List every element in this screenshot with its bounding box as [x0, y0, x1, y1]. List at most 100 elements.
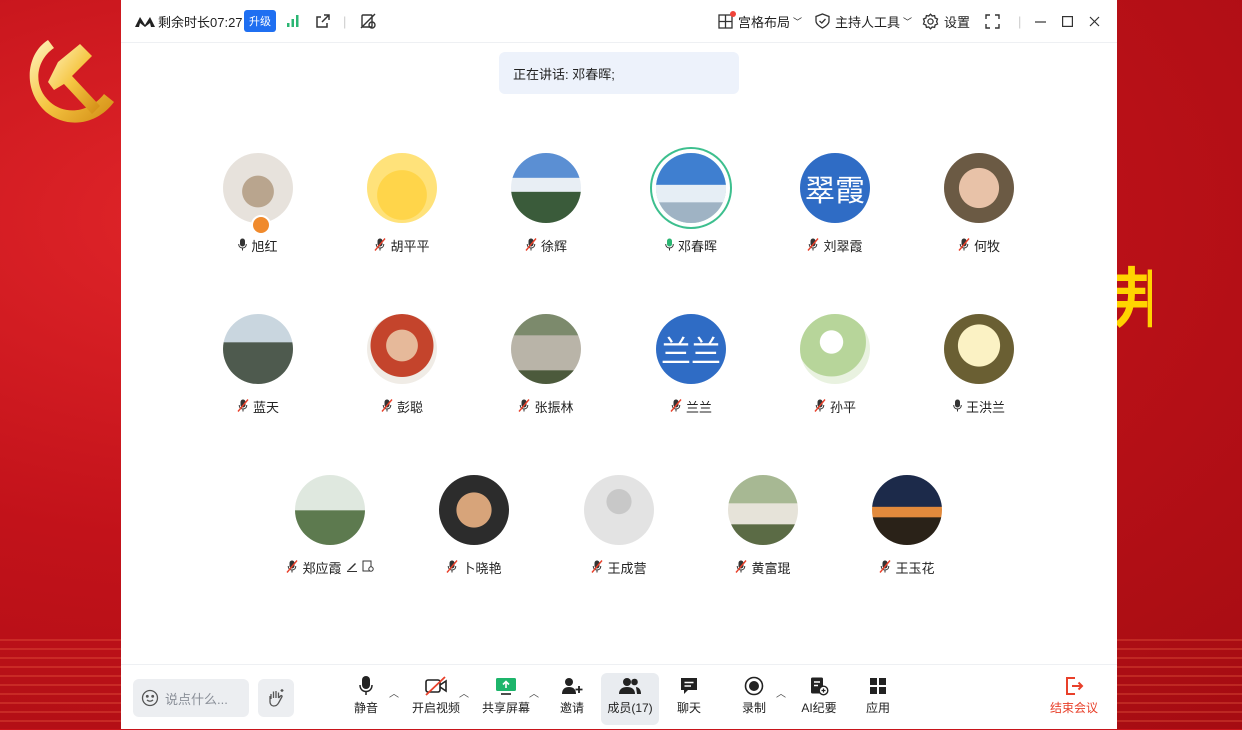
participant-tile[interactable]: 翠霞 刘翠霞: [770, 153, 900, 255]
apps-button[interactable]: 应用: [863, 673, 893, 725]
avatar: [367, 314, 437, 384]
participant-name-row: 孙平: [770, 397, 900, 416]
members-icon: [619, 678, 641, 694]
upgrade-button[interactable]: 升级: [244, 10, 276, 32]
speaking-banner: 正在讲话: 邓春晖;: [499, 52, 739, 94]
avatar-initials: 翠霞: [805, 175, 865, 208]
host-tools-button[interactable]: 主持人工具 ﹀: [815, 0, 912, 42]
chat-icon: [681, 678, 697, 694]
ai-notes-button[interactable]: AI纪要: [798, 673, 840, 725]
participant-name-row: 王洪兰: [914, 397, 1044, 416]
start-video-button[interactable]: 开启视频: [411, 673, 461, 725]
chevron-up-icon[interactable]: ︿: [459, 685, 469, 700]
participant-name-row: 王玉花: [842, 558, 972, 577]
fullscreen-icon[interactable]: [985, 0, 1000, 42]
host-badge-icon: [251, 215, 271, 235]
minimize-icon[interactable]: [1035, 0, 1046, 42]
host-tools-label: 主持人工具: [835, 14, 901, 30]
share-screen-label: 共享屏幕: [481, 701, 530, 715]
participant-name: 蓝天: [252, 400, 279, 415]
participant-tile[interactable]: 蓝天: [193, 314, 323, 416]
mute-label: 静音: [353, 701, 378, 715]
ai-disabled-icon[interactable]: [359, 0, 377, 42]
avatar: [223, 153, 293, 235]
mic-muted-icon: [446, 559, 459, 576]
share-screen-button[interactable]: 共享屏幕: [481, 673, 531, 725]
pen-icon: [346, 560, 358, 575]
avatar: [511, 314, 581, 384]
participant-tile[interactable]: 胡平平: [337, 153, 467, 255]
participant-name-row: 徐辉: [481, 236, 611, 255]
participant-name: 郑应霞: [302, 561, 342, 576]
layout-button[interactable]: 宫格布局 ﹀: [718, 0, 802, 42]
end-meeting-button[interactable]: 结束会议: [1049, 673, 1099, 725]
chevron-up-icon[interactable]: ︿: [529, 685, 539, 700]
participant-name-row: 卜晓艳: [409, 558, 539, 577]
camera-off-icon: [425, 676, 447, 696]
participant-name: 胡平平: [390, 239, 430, 254]
raise-hand-button[interactable]: [258, 679, 294, 717]
participant-tile[interactable]: 王玉花: [842, 475, 972, 577]
avatar: [439, 475, 509, 545]
settings-button[interactable]: 设置: [922, 0, 970, 42]
mic-muted-icon: [879, 559, 892, 576]
gear-icon: [922, 12, 939, 30]
party-emblem-icon: [29, 40, 115, 123]
participant-name-row: 何牧: [914, 236, 1044, 255]
avatar: [656, 153, 726, 223]
meeting-window: 剩余时长07:27 升级 | 宫格布局 ﹀ 主持人工具 ﹀ 设置 | 正在讲话:…: [121, 0, 1117, 729]
mute-button[interactable]: 静音: [349, 673, 383, 725]
chat-placeholder: 说点什么...: [165, 691, 228, 707]
chat-input[interactable]: 说点什么...: [133, 679, 249, 717]
participant-tile[interactable]: 邓春晖: [626, 153, 756, 255]
chevron-up-icon[interactable]: ︿: [389, 685, 399, 700]
participant-name-row: 兰兰: [626, 397, 756, 416]
meeting-logo: [135, 0, 155, 42]
participant-tile[interactable]: 张振林: [481, 314, 611, 416]
mic-muted-icon: [237, 398, 249, 415]
close-icon[interactable]: [1089, 0, 1100, 42]
record-button[interactable]: 录制: [739, 673, 769, 725]
ai-notes-icon: [811, 677, 829, 696]
participant-name-row: 蓝天: [193, 397, 323, 416]
invite-label: 邀请: [559, 701, 584, 715]
participant-tile[interactable]: 王成营: [554, 475, 684, 577]
signal-icon[interactable]: [286, 0, 300, 42]
avatar: [944, 153, 1014, 223]
microphone-icon: [665, 238, 674, 254]
chat-button[interactable]: 聊天: [674, 673, 704, 725]
invite-button[interactable]: 邀请: [555, 673, 589, 725]
participant-tile[interactable]: 兰兰 兰兰: [626, 314, 756, 416]
mic-muted-icon: [374, 237, 387, 254]
members-button[interactable]: 成员(17): [601, 673, 659, 725]
bottom-toolbar: 说点什么... 静音 ︿ 开启视频 ︿ 共享屏幕 ︿ 邀请 成员(17) 聊天 …: [121, 664, 1117, 730]
notes-icon: [362, 560, 374, 575]
participant-name-row: 彭聪: [337, 397, 467, 416]
participant-tile[interactable]: 郑应霞: [265, 475, 395, 577]
participant-name: 邓春晖: [677, 239, 717, 254]
mic-muted-icon: [591, 559, 604, 576]
maximize-icon[interactable]: [1062, 0, 1073, 42]
participant-tile[interactable]: 旭红: [193, 153, 323, 255]
participant-tile[interactable]: 彭聪: [337, 314, 467, 416]
mic-muted-icon: [958, 237, 970, 254]
participant-tile[interactable]: 徐辉: [481, 153, 611, 255]
participant-tile[interactable]: 王洪兰: [914, 314, 1044, 416]
start-video-label: 开启视频: [411, 701, 460, 715]
participant-tile[interactable]: 何牧: [914, 153, 1044, 255]
avatar: [223, 314, 293, 384]
avatar-initials: 兰兰: [661, 336, 721, 369]
participant-name-row: 张振林: [481, 397, 611, 416]
title-bar: 剩余时长07:27 升级 | 宫格布局 ﹀ 主持人工具 ﹀ 设置 |: [121, 0, 1117, 43]
participant-tile[interactable]: 黄富琨: [698, 475, 828, 577]
grid-icon: [718, 10, 736, 29]
apps-icon: [870, 678, 886, 694]
share-link-icon[interactable]: [315, 0, 331, 42]
participant-name: 卜晓艳: [462, 561, 502, 576]
remaining-time: 剩余时长07:27: [158, 14, 243, 30]
participant-tile[interactable]: 卜晓艳: [409, 475, 539, 577]
participant-tile[interactable]: 孙平: [770, 314, 900, 416]
tencent-meeting-logo-icon: [135, 17, 155, 27]
chevron-up-icon[interactable]: ︿: [776, 685, 786, 700]
participant-name: 兰兰: [685, 400, 712, 415]
